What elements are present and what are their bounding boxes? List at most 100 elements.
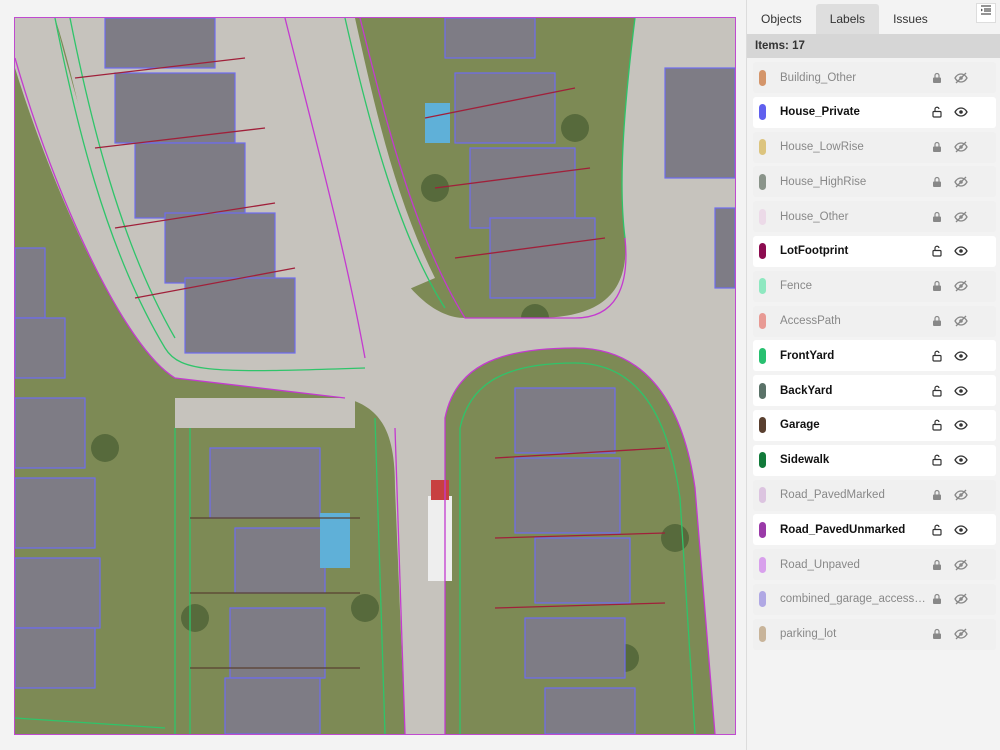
label-name: Garage xyxy=(780,419,820,432)
label-row-9[interactable]: BackYard xyxy=(753,375,996,407)
lock-icon[interactable] xyxy=(930,558,944,572)
label-name: House_LowRise xyxy=(780,141,864,154)
label-color-swatch xyxy=(759,626,766,643)
eye-off-icon[interactable] xyxy=(954,627,968,641)
label-row-11[interactable]: Sidewalk xyxy=(753,444,996,476)
lock-icon[interactable] xyxy=(930,627,944,641)
tree-10 xyxy=(91,434,119,462)
house-22 xyxy=(514,457,621,534)
label-name: combined_garage_access_p... xyxy=(780,593,930,606)
lock-icon[interactable] xyxy=(930,349,944,363)
lock-icon[interactable] xyxy=(930,140,944,154)
label-name: Road_Unpaved xyxy=(780,558,860,571)
eye-icon[interactable] xyxy=(954,453,968,467)
label-color-swatch xyxy=(759,347,766,364)
eye-icon[interactable] xyxy=(954,523,968,537)
house-23 xyxy=(534,537,631,604)
tab-labels[interactable]: Labels xyxy=(815,4,880,34)
label-name: Fence xyxy=(780,280,812,293)
eye-off-icon[interactable] xyxy=(954,279,968,293)
eye-icon[interactable] xyxy=(954,244,968,258)
lock-icon[interactable] xyxy=(930,279,944,293)
label-color-swatch xyxy=(759,591,766,608)
pool-1 xyxy=(320,513,350,568)
label-row-2[interactable]: House_LowRise xyxy=(753,131,996,163)
label-row-3[interactable]: House_HighRise xyxy=(753,166,996,198)
lock-icon[interactable] xyxy=(930,314,944,328)
tab-objects[interactable]: Objects xyxy=(747,4,816,34)
label-color-swatch xyxy=(759,452,766,469)
lock-icon[interactable] xyxy=(930,384,944,398)
house-4 xyxy=(184,277,296,354)
house-17 xyxy=(209,447,321,519)
collapse-panel-icon[interactable] xyxy=(976,3,996,23)
aerial-map-svg[interactable] xyxy=(15,18,735,734)
eye-off-icon[interactable] xyxy=(954,140,968,154)
label-row-12[interactable]: Road_PavedMarked xyxy=(753,479,996,511)
label-name: FrontYard xyxy=(780,349,835,362)
label-color-swatch xyxy=(759,556,766,573)
house-18 xyxy=(234,527,326,594)
lock-icon[interactable] xyxy=(930,418,944,432)
lock-icon[interactable] xyxy=(930,105,944,119)
label-row-16[interactable]: parking_lot xyxy=(753,618,996,650)
label-row-8[interactable]: FrontYard xyxy=(753,340,996,372)
label-name: parking_lot xyxy=(780,628,837,641)
house-7 xyxy=(469,147,576,229)
lock-icon[interactable] xyxy=(930,592,944,606)
label-color-swatch xyxy=(759,487,766,504)
tree-8 xyxy=(351,594,379,622)
house-6 xyxy=(454,72,556,144)
eye-off-icon[interactable] xyxy=(954,558,968,572)
eye-off-icon[interactable] xyxy=(954,210,968,224)
lock-icon[interactable] xyxy=(930,244,944,258)
label-row-10[interactable]: Garage xyxy=(753,409,996,441)
label-color-swatch xyxy=(759,521,766,538)
lock-icon[interactable] xyxy=(930,175,944,189)
eye-icon[interactable] xyxy=(954,418,968,432)
tree-7 xyxy=(181,604,209,632)
eye-icon[interactable] xyxy=(954,384,968,398)
label-row-6[interactable]: Fence xyxy=(753,270,996,302)
pool-0 xyxy=(425,103,450,143)
lock-icon[interactable] xyxy=(930,453,944,467)
eye-icon[interactable] xyxy=(954,105,968,119)
house-5 xyxy=(444,18,536,59)
label-row-13[interactable]: Road_PavedUnmarked xyxy=(753,514,996,546)
eye-icon[interactable] xyxy=(954,349,968,363)
lock-icon[interactable] xyxy=(930,488,944,502)
eye-off-icon[interactable] xyxy=(954,488,968,502)
label-color-swatch xyxy=(759,243,766,260)
house-20 xyxy=(224,677,321,734)
house-16 xyxy=(15,627,96,689)
label-row-14[interactable]: Road_Unpaved xyxy=(753,549,996,581)
label-row-1[interactable]: House_Private xyxy=(753,96,996,128)
lock-icon[interactable] xyxy=(930,71,944,85)
annotation-canvas-area[interactable] xyxy=(0,0,746,750)
eye-off-icon[interactable] xyxy=(954,175,968,189)
aerial-image-canvas[interactable] xyxy=(14,17,736,735)
label-row-7[interactable]: AccessPath xyxy=(753,305,996,337)
label-name: House_Other xyxy=(780,210,849,223)
eye-off-icon[interactable] xyxy=(954,71,968,85)
label-name: AccessPath xyxy=(780,315,841,328)
label-color-swatch xyxy=(759,313,766,330)
house-1 xyxy=(114,72,236,144)
eye-off-icon[interactable] xyxy=(954,314,968,328)
label-row-0[interactable]: Building_Other xyxy=(753,62,996,93)
truck-body xyxy=(428,496,452,581)
tree-6 xyxy=(661,524,689,552)
tree-4 xyxy=(561,114,589,142)
label-name: House_Private xyxy=(780,106,860,119)
tab-issues[interactable]: Issues xyxy=(879,4,942,34)
eye-off-icon[interactable] xyxy=(954,592,968,606)
label-row-5[interactable]: LotFootprint xyxy=(753,235,996,267)
label-row-4[interactable]: House_Other xyxy=(753,201,996,233)
lock-icon[interactable] xyxy=(930,523,944,537)
house-13 xyxy=(15,397,86,469)
label-name: House_HighRise xyxy=(780,175,867,188)
truck-cab xyxy=(431,480,449,500)
label-row-15[interactable]: combined_garage_access_p... xyxy=(753,583,996,615)
house-11 xyxy=(15,247,46,319)
lock-icon[interactable] xyxy=(930,210,944,224)
